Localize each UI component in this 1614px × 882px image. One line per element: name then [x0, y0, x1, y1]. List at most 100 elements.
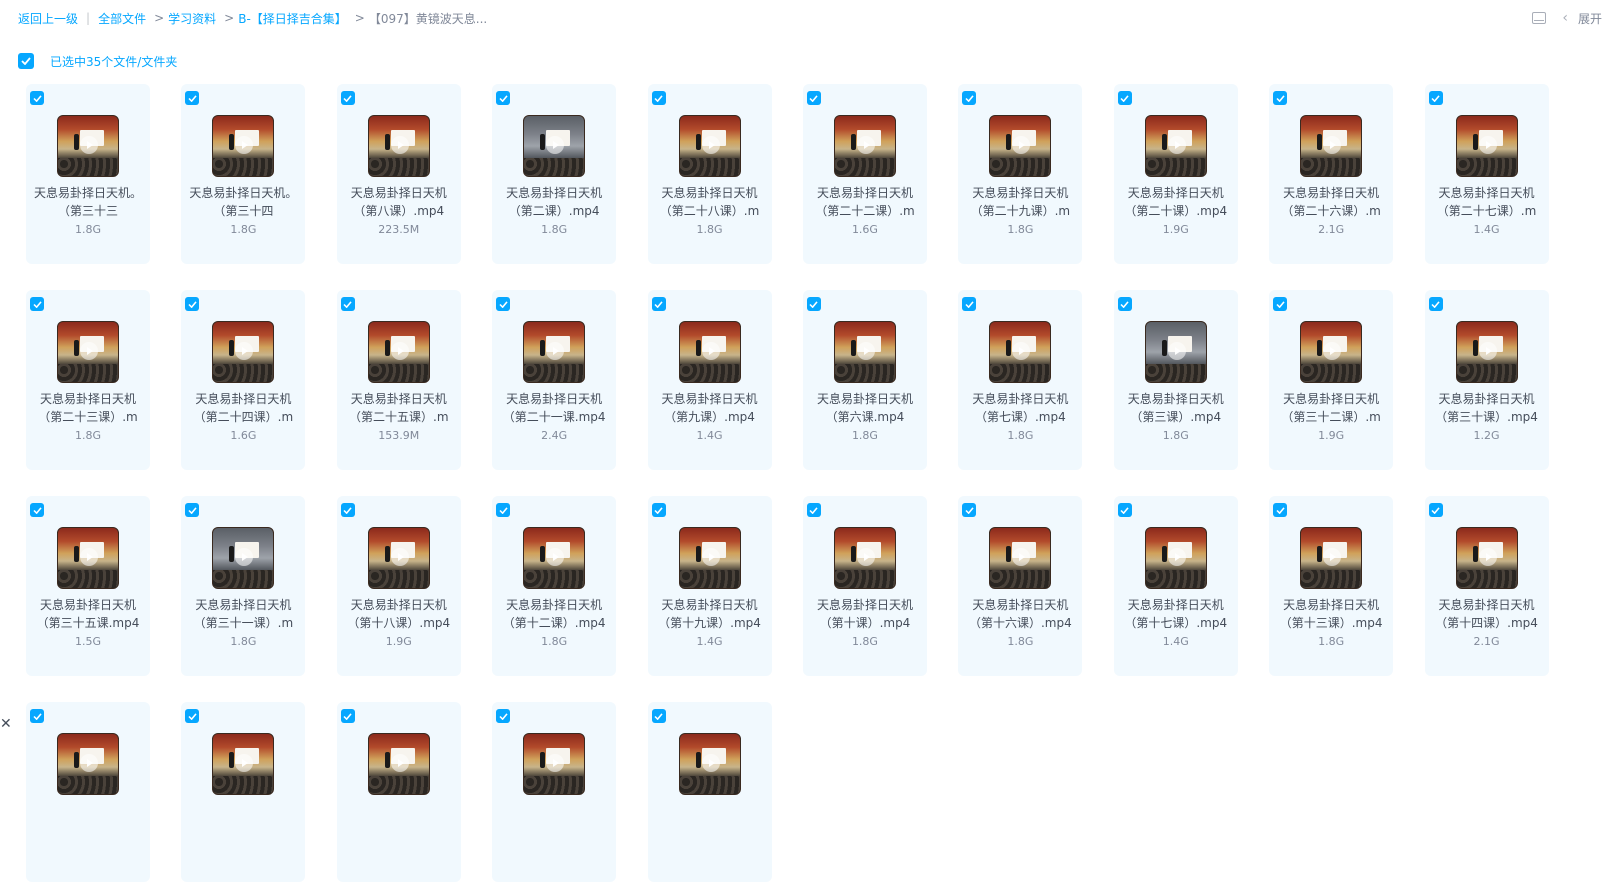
file-checkbox[interactable] [962, 297, 977, 311]
video-thumbnail[interactable] [1455, 115, 1518, 177]
file-card[interactable] [492, 702, 617, 882]
file-name[interactable]: 天息易卦择日天机（第十七课）.mp4 [1120, 596, 1232, 632]
video-thumbnail[interactable] [57, 321, 119, 383]
file-card[interactable]: 天息易卦择日天机（第二十四课）.m 1.6G [181, 290, 306, 470]
select-all-checkbox[interactable] [18, 53, 34, 69]
video-thumbnail[interactable] [523, 321, 586, 383]
file-checkbox[interactable] [806, 91, 821, 105]
file-card[interactable]: 天息易卦择日天机（第十三课）.mp4 1.8G [1269, 496, 1394, 676]
file-checkbox[interactable] [496, 503, 511, 517]
file-checkbox[interactable] [651, 91, 666, 105]
video-thumbnail[interactable] [523, 527, 586, 589]
file-name[interactable] [187, 802, 299, 838]
file-card[interactable]: 天息易卦择日天机（第二十六课）.m 2.1G [1269, 84, 1394, 264]
file-checkbox[interactable] [806, 297, 821, 311]
file-card[interactable]: 天息易卦择日天机（第三十一课）.m 1.8G [181, 496, 306, 676]
file-name[interactable]: 天息易卦择日天机。（第三十三 [32, 184, 144, 220]
file-name[interactable]: 天息易卦择日天机（第二十二课）.m [809, 184, 921, 220]
file-name[interactable]: 天息易卦择日天机（第二十八课）.m [654, 184, 766, 220]
file-name[interactable]: 天息易卦择日天机（第七课）.mp4 [964, 390, 1076, 426]
file-name[interactable]: 天息易卦择日天机（第十六课）.mp4 [964, 596, 1076, 632]
file-checkbox[interactable] [30, 503, 44, 517]
file-name[interactable]: 天息易卦择日天机（第十九课）.mp4 [654, 596, 766, 632]
file-name[interactable]: 天息易卦择日天机（第六课.mp4 [809, 390, 921, 426]
video-thumbnail[interactable] [989, 527, 1052, 589]
video-thumbnail[interactable] [523, 115, 586, 177]
file-name[interactable]: 天息易卦择日天机（第三十五课.mp4 [32, 596, 144, 632]
file-card[interactable]: 天息易卦择日天机（第六课.mp4 1.8G [802, 290, 927, 470]
file-checkbox[interactable] [340, 503, 355, 517]
file-card[interactable]: 天息易卦择日天机（第二十三课）.m 1.8G [26, 290, 150, 470]
file-checkbox[interactable] [1117, 503, 1132, 517]
file-checkbox[interactable] [30, 709, 44, 723]
file-checkbox[interactable] [185, 297, 200, 311]
file-name[interactable]: 天息易卦择日天机（第八课）.mp4 [343, 184, 455, 220]
breadcrumb-item-study[interactable]: 学习资料 [168, 10, 216, 27]
file-card[interactable]: 天息易卦择日天机（第二十七课）.m 1.4G [1424, 84, 1549, 264]
file-card[interactable] [647, 702, 772, 882]
file-name[interactable]: 天息易卦择日天机（第三十课）.mp4 [1431, 390, 1543, 426]
file-card[interactable]: 天息易卦择日天机（第三十二课）.m 1.9G [1269, 290, 1394, 470]
file-card[interactable] [336, 702, 461, 882]
video-thumbnail[interactable] [989, 115, 1052, 177]
file-name[interactable]: 天息易卦择日天机（第二十四课）.m [187, 390, 299, 426]
file-name[interactable]: 天息易卦择日天机（第十三课）.mp4 [1275, 596, 1387, 632]
video-thumbnail[interactable] [212, 115, 275, 177]
file-checkbox[interactable] [651, 709, 666, 723]
file-name[interactable] [32, 802, 144, 838]
video-thumbnail[interactable] [1455, 321, 1518, 383]
file-checkbox[interactable] [1273, 297, 1288, 311]
file-checkbox[interactable] [1117, 91, 1132, 105]
video-thumbnail[interactable] [212, 321, 275, 383]
file-name[interactable]: 天息易卦择日天机（第三十一课）.m [187, 596, 299, 632]
video-thumbnail[interactable] [367, 115, 430, 177]
file-checkbox[interactable] [185, 503, 200, 517]
video-thumbnail[interactable] [833, 115, 896, 177]
file-checkbox[interactable] [30, 297, 44, 311]
file-card[interactable]: 天息易卦择日天机（第十四课）.mp4 2.1G [1424, 496, 1549, 676]
video-thumbnail[interactable] [678, 527, 741, 589]
file-checkbox[interactable] [30, 91, 44, 105]
file-checkbox[interactable] [185, 709, 200, 723]
video-thumbnail[interactable] [57, 115, 119, 177]
file-name[interactable]: 天息易卦择日天机（第二十一课.mp4 [498, 390, 610, 426]
file-checkbox[interactable] [496, 297, 511, 311]
video-thumbnail[interactable] [1144, 115, 1207, 177]
video-thumbnail[interactable] [1455, 527, 1518, 589]
file-card[interactable]: 天息易卦择日天机（第三十课）.mp4 1.2G [1424, 290, 1549, 470]
file-name[interactable]: 天息易卦择日天机（第二十课）.mp4 [1120, 184, 1232, 220]
video-thumbnail[interactable] [367, 321, 430, 383]
video-thumbnail[interactable] [57, 527, 119, 589]
file-name[interactable] [654, 802, 766, 838]
file-name[interactable]: 天息易卦择日天机（第三十二课）.m [1275, 390, 1387, 426]
file-card[interactable] [26, 702, 150, 882]
file-checkbox[interactable] [1273, 503, 1288, 517]
file-name[interactable]: 天息易卦择日天机（第二十六课）.m [1275, 184, 1387, 220]
file-name[interactable] [343, 802, 455, 838]
video-thumbnail[interactable] [1300, 115, 1363, 177]
file-card[interactable]: 天息易卦择日天机（第二十二课）.m 1.6G [802, 84, 927, 264]
file-card[interactable]: 天息易卦择日天机（第八课）.mp4 223.5M [336, 84, 461, 264]
file-card[interactable]: 天息易卦择日天机（第二课）.mp4 1.8G [492, 84, 617, 264]
file-name[interactable]: 天息易卦择日天机（第十二课）.mp4 [498, 596, 610, 632]
file-card[interactable]: 天息易卦择日天机（第十课）.mp4 1.8G [802, 496, 927, 676]
file-card[interactable]: 天息易卦择日天机（第三十五课.mp4 1.5G [26, 496, 150, 676]
file-checkbox[interactable] [496, 709, 511, 723]
file-checkbox[interactable] [340, 709, 355, 723]
file-card[interactable]: 天息易卦择日天机（第九课）.mp4 1.4G [647, 290, 772, 470]
breadcrumb-item-collection[interactable]: B-【择日择吉合集】 [238, 10, 347, 27]
video-thumbnail[interactable] [1300, 527, 1363, 589]
video-thumbnail[interactable] [833, 321, 896, 383]
file-card[interactable]: 天息易卦择日天机（第二十五课）.m 153.9M [336, 290, 461, 470]
file-name[interactable] [498, 802, 610, 838]
file-card[interactable]: 天息易卦择日天机（第十七课）.mp4 1.4G [1113, 496, 1238, 676]
video-thumbnail[interactable] [833, 527, 896, 589]
file-checkbox[interactable] [1273, 91, 1288, 105]
file-card[interactable]: 天息易卦择日天机（第十八课）.mp4 1.9G [336, 496, 461, 676]
file-name[interactable]: 天息易卦择日天机（第十八课）.mp4 [343, 596, 455, 632]
file-name[interactable]: 天息易卦择日天机（第二十九课）.m [964, 184, 1076, 220]
file-card[interactable]: 天息易卦择日天机（第二十课）.mp4 1.9G [1113, 84, 1238, 264]
video-thumbnail[interactable] [523, 733, 586, 795]
expand-button[interactable]: 展开 [1578, 10, 1602, 27]
file-checkbox[interactable] [1428, 297, 1443, 311]
